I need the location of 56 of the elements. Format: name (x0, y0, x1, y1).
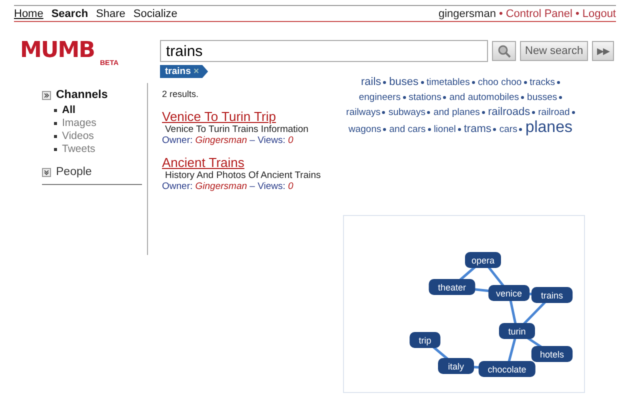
channel-item[interactable]: Videos (62, 130, 94, 143)
result-title-link[interactable]: Venice To Turin Trip (162, 109, 276, 124)
result-title-link[interactable]: Ancient Trains (162, 155, 244, 170)
tag-link[interactable]: cars (499, 122, 518, 137)
sidebar-section[interactable]: People (56, 166, 92, 178)
search-field[interactable]: trains (160, 40, 488, 62)
nav-link[interactable]: Socialize (133, 8, 178, 20)
username: gingersman (438, 8, 496, 20)
tag-link[interactable]: wagons (348, 122, 382, 137)
tag-link[interactable]: timetables (426, 75, 470, 90)
result-count: 2 results. (162, 89, 200, 99)
tag-link[interactable]: tracks (530, 75, 556, 90)
graph-node[interactable]: chocolate (478, 361, 536, 377)
channel-item[interactable]: All (62, 104, 76, 117)
tag-link[interactable]: engineers (358, 90, 401, 105)
result-meta: Owner: Gingersman – Views: 0 (162, 135, 294, 146)
nav-link[interactable]: Home (14, 8, 44, 20)
tag-link[interactable]: buses (389, 75, 419, 90)
tag-link[interactable]: trams (464, 122, 492, 137)
result-description: History And Photos Of Ancient Trains (164, 170, 322, 181)
result-description: Venice To Turin Trains Information (164, 124, 310, 135)
tag-link[interactable]: and cars (389, 122, 426, 137)
tag-link[interactable]: choo choo (478, 75, 522, 90)
graph-node[interactable]: trip (410, 332, 440, 348)
graph-node[interactable]: opera (465, 252, 501, 268)
logo[interactable]: MUMB (20, 40, 94, 62)
graph-node[interactable]: theater (428, 279, 476, 295)
tag-link[interactable]: busses (527, 90, 558, 105)
channel-item[interactable]: Images (62, 117, 96, 130)
tag-link[interactable]: railroad (538, 105, 570, 120)
tag-link[interactable]: rails (360, 75, 382, 90)
result-meta: Owner: Gingersman – Views: 0 (162, 181, 294, 192)
graph-node[interactable]: turin (499, 323, 535, 339)
tag-link[interactable]: and planes (433, 105, 480, 120)
account-link[interactable]: Control Panel (506, 8, 572, 20)
graph-node[interactable]: venice (488, 285, 530, 301)
filter-tag[interactable]: trains × (160, 65, 208, 78)
tag-link[interactable]: stations (408, 90, 442, 105)
tag-link[interactable]: railways (346, 105, 380, 120)
tag-link[interactable]: planes (525, 120, 572, 135)
new-search-button[interactable]: New search (520, 41, 588, 61)
account-link[interactable]: Logout (582, 8, 616, 20)
graph-node[interactable]: italy (438, 358, 474, 374)
tag-link[interactable]: lionel (434, 122, 456, 137)
next-button[interactable]: ▶▶ (592, 41, 614, 61)
tag-link[interactable]: railroads (488, 105, 530, 120)
separator-dot: • (498, 8, 503, 20)
graph-node[interactable]: hotels (531, 346, 573, 362)
nav-link[interactable]: Share (96, 8, 126, 20)
sidebar-section[interactable]: Channels (56, 89, 108, 101)
separator-dot: • (575, 8, 580, 20)
channel-item[interactable]: Tweets (62, 143, 96, 156)
tag-link[interactable]: subways (388, 105, 426, 120)
tag-link[interactable]: and automobiles (449, 90, 520, 105)
nav-link[interactable]: Search (51, 8, 88, 20)
graph-node[interactable]: trains (531, 287, 573, 303)
